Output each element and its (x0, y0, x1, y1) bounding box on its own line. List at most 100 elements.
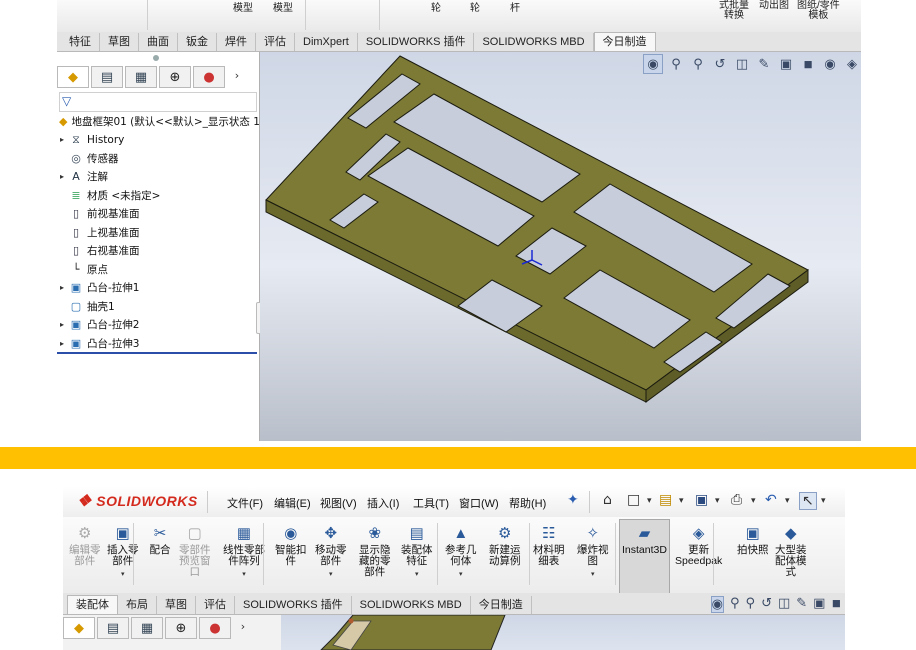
tree-item[interactable]: ▯ 前视基准面 (57, 205, 259, 224)
configuration-manager-icon[interactable]: ▦ (125, 66, 157, 88)
chevron-down-icon[interactable]: ▾ (751, 496, 756, 506)
tree-item[interactable]: ▸ ▣ 凸台-拉伸3 (57, 334, 259, 353)
graphics-area[interactable]: ◉ ⚲ ⚲ ↺ ◫ ✎ ▣ ◾ ◉ ◈ (260, 52, 861, 441)
ribbon-button[interactable]: ▦ 线性零部 件阵列 ▾ (223, 523, 265, 580)
zoom-fit-icon[interactable]: ⚲ (730, 596, 740, 613)
pin-icon[interactable]: ✦ (567, 492, 579, 508)
new-document-icon[interactable]: □ (627, 492, 640, 508)
open-folder-icon[interactable]: ▤ (659, 492, 672, 508)
tree-item[interactable]: ▸ ▣ 凸台-拉伸2 (57, 316, 259, 335)
ribbon-button[interactable]: ✧ 爆炸视 图 ▾ (577, 523, 609, 580)
ribbon-button[interactable]: ▰ Instant3D (619, 519, 670, 595)
tab-features[interactable]: 特征 (61, 33, 100, 51)
menu-insert[interactable]: 插入(I) (367, 495, 399, 511)
ribbon-button[interactable]: ☷ 材料明 细表 (533, 523, 565, 567)
ribbon-label[interactable]: 轮 (431, 4, 441, 14)
ribbon-label[interactable]: 动出图 (759, 1, 789, 11)
tab-addins[interactable]: SOLIDWORKS 插件 (235, 596, 352, 614)
display-manager-icon[interactable]: ● (193, 66, 225, 88)
ribbon-label[interactable]: 图纸/零件 模板 (797, 1, 840, 21)
tree-item[interactable]: └ 原点 (57, 260, 259, 279)
ribbon-button[interactable]: ⚙ 编辑零 部件 (69, 523, 101, 567)
ribbon-button[interactable]: ❀ 显示隐 藏的零 部件 (359, 523, 391, 578)
ribbon-button[interactable]: ▲ 参考几 何体 ▾ (445, 523, 477, 580)
tree-item[interactable]: ◎ 传感器 (57, 149, 259, 168)
panel-grip-icon[interactable] (153, 55, 159, 61)
previous-view-icon[interactable]: ↺ (761, 596, 772, 613)
configuration-manager-icon[interactable]: ▦ (131, 617, 163, 639)
save-icon[interactable]: ▣ (695, 492, 708, 508)
tab-assembly[interactable]: 装配体 (67, 595, 118, 614)
frame-model[interactable] (260, 52, 861, 441)
chevron-down-icon[interactable]: ▾ (121, 569, 125, 580)
chevron-down-icon[interactable]: ▾ (329, 569, 333, 580)
ribbon-label[interactable]: 轮 (470, 4, 480, 14)
graphics-area[interactable] (281, 615, 845, 650)
menu-window[interactable]: 窗口(W) (459, 495, 499, 511)
menu-file[interactable]: 文件(F) (227, 495, 263, 511)
display-style-icon[interactable]: ◾ (831, 596, 841, 613)
chevron-down-icon[interactable]: ▾ (415, 569, 419, 580)
zoom-area-icon[interactable]: ⚲ (746, 596, 756, 613)
chevron-down-icon[interactable]: ▾ (715, 496, 720, 506)
chevron-down-icon[interactable]: ▾ (459, 569, 463, 580)
tree-item[interactable]: ▢ 抽壳1 (57, 297, 259, 316)
ribbon-button[interactable]: ◈ 更新 Speedpak (675, 523, 722, 567)
ribbon-label[interactable]: 杆 (510, 4, 520, 14)
filter-icon[interactable]: ▽ (62, 94, 71, 108)
expand-arrow-icon[interactable]: ▸ (57, 339, 67, 348)
tree-item[interactable]: ▸ ▣ 凸台-拉伸1 (57, 279, 259, 298)
tab-sketch[interactable]: 草图 (100, 33, 139, 51)
chevron-down-icon[interactable]: ▾ (591, 569, 595, 580)
tree-item[interactable]: ▯ 上视基准面 (57, 223, 259, 242)
menu-view[interactable]: 视图(V) (320, 495, 357, 511)
ribbon-button[interactable]: ◉ 智能扣 件 (275, 523, 307, 567)
tab-evaluate[interactable]: 评估 (196, 596, 235, 614)
property-manager-icon[interactable]: ▤ (97, 617, 129, 639)
ribbon-button[interactable]: ◆ 大型装 配体模 式 (775, 523, 807, 578)
ribbon-button[interactable]: ▣ 拍快照 (737, 523, 769, 556)
section-view-icon[interactable]: ◫ (778, 596, 790, 613)
ribbon-button[interactable]: ✂ 配合 (149, 523, 171, 556)
tab-surfaces[interactable]: 曲面 (139, 33, 178, 51)
expand-arrow-icon[interactable]: ▸ (57, 320, 67, 329)
tab-sheet-metal[interactable]: 钣金 (178, 33, 217, 51)
ribbon-button[interactable]: ⚙ 新建运 动算例 (489, 523, 521, 567)
tab-mbd[interactable]: SOLIDWORKS MBD (352, 596, 471, 614)
menu-edit[interactable]: 编辑(E) (274, 495, 311, 511)
tree-item[interactable]: ≣ 材质 <未指定> (57, 186, 259, 205)
assembly-model-partial[interactable] (281, 615, 845, 650)
print-icon[interactable]: ⎙ (731, 492, 742, 508)
tab-manufacturing[interactable]: 今日制造 (593, 32, 656, 51)
rollback-bar[interactable] (57, 352, 257, 354)
dimxpert-manager-icon[interactable]: ⊕ (165, 617, 197, 639)
tab-dimxpert[interactable]: DimXpert (295, 33, 358, 51)
chevron-down-icon[interactable]: ▾ (821, 496, 826, 506)
tab-mbd[interactable]: SOLIDWORKS MBD (474, 33, 594, 51)
tree-root[interactable]: ◆ 地盘框架01 (默认<<默认>_显示状态 1>) (57, 112, 273, 131)
display-manager-icon[interactable]: ● (199, 617, 231, 639)
home-icon[interactable]: ⌂ (603, 492, 612, 508)
ribbon-button[interactable]: ▤ 装配体 特征 ▾ (401, 523, 433, 580)
feature-manager-icon[interactable]: ◆ (63, 617, 95, 639)
chevron-down-icon[interactable]: ▾ (785, 496, 790, 506)
solidworks-logo[interactable]: ❖ SOLIDWORKS (77, 491, 198, 511)
chevron-right-icon[interactable]: › (233, 617, 253, 639)
tree-item[interactable]: ▸ A 注解 (57, 168, 259, 187)
view-orientation-icon[interactable]: ◉ (710, 596, 724, 613)
tab-weldments[interactable]: 焊件 (217, 33, 256, 51)
chevron-down-icon[interactable]: ▾ (242, 569, 246, 580)
tree-item[interactable]: ▸ ⧖ History (57, 131, 259, 150)
chevron-down-icon[interactable]: ▾ (647, 496, 652, 506)
tab-manufacturing[interactable]: 今日制造 (471, 596, 532, 614)
chevron-right-icon[interactable]: › (227, 66, 247, 88)
undo-icon[interactable]: ↶ (765, 492, 777, 508)
feature-manager-icon[interactable]: ◆ (57, 66, 89, 88)
expand-arrow-icon[interactable]: ▸ (57, 172, 67, 181)
tab-addins[interactable]: SOLIDWORKS 插件 (358, 33, 475, 51)
ribbon-label[interactable]: 模型 (273, 4, 293, 14)
select-arrow-icon[interactable]: ↖ (799, 492, 817, 510)
chevron-down-icon[interactable]: ▾ (679, 496, 684, 506)
ribbon-button[interactable]: ▢ 零部件 预览窗 口 (179, 523, 211, 578)
tab-sketch[interactable]: 草图 (157, 596, 196, 614)
